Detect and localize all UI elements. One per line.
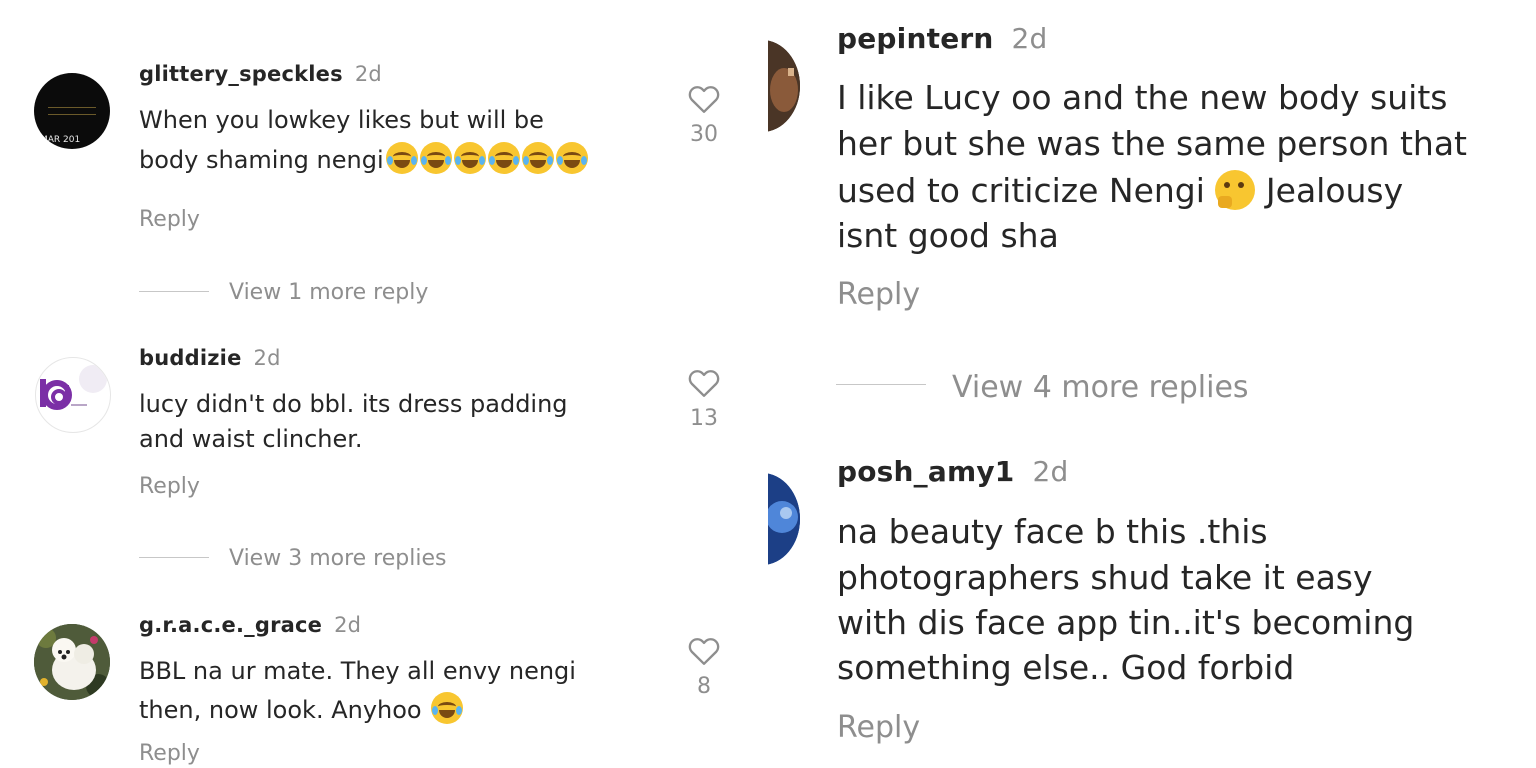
comment-text-line: something else.. God forbid [837, 648, 1295, 687]
comment-text-line: photographers shud take it easy [837, 558, 1373, 597]
laughing-emoji-icon [487, 142, 520, 174]
like-button[interactable]: 30 [680, 82, 728, 147]
flower-dog-photo-icon [34, 624, 110, 700]
comment-time: 2d [354, 62, 382, 86]
comment-username[interactable]: pepintern 2d [837, 22, 1048, 55]
thinking-face-emoji-icon [1215, 170, 1256, 210]
heart-icon[interactable] [686, 82, 722, 114]
view-more-replies-button[interactable]: View 1 more reply [229, 280, 428, 305]
comment-text-line: body shaming nengi [139, 142, 588, 174]
comment-text-line: with dis face app tin..it's becoming [837, 603, 1415, 642]
comment-username[interactable]: glittery_speckles 2d [139, 62, 382, 86]
username-text[interactable]: glittery_speckles [139, 62, 343, 86]
laughing-emoji-icon [555, 142, 588, 174]
comment-text-line: isnt good sha [837, 216, 1059, 255]
laughing-emoji-icon [431, 692, 464, 724]
view-replies-divider [139, 557, 209, 558]
like-count: 13 [690, 406, 718, 431]
reply-button[interactable]: Reply [139, 741, 200, 766]
view-replies-divider [836, 384, 926, 385]
like-button[interactable]: 13 [680, 366, 728, 431]
comment-text: body shaming nengi [139, 146, 384, 174]
username-text[interactable]: buddizie [139, 346, 242, 370]
comment-time: 2d [1011, 22, 1048, 55]
comment-text-line: When you lowkey likes but will be [139, 106, 544, 134]
reply-button[interactable]: Reply [837, 710, 920, 745]
comment-text: then, now look. Anyhoo [139, 696, 422, 724]
comment-text-line: used to criticize Nengi Jealousy [837, 170, 1403, 210]
comment-username[interactable]: posh_amy1 2d [837, 455, 1068, 488]
reply-button[interactable]: Reply [139, 207, 200, 232]
comment-time: 2d [253, 346, 281, 370]
laughing-emoji-icon [419, 142, 452, 174]
heart-icon[interactable] [686, 366, 722, 398]
avatar[interactable] [35, 357, 111, 433]
buddizie-logo-icon [40, 365, 107, 410]
view-more-replies-button[interactable]: View 3 more replies [229, 546, 446, 571]
comment-text: used to criticize Nengi [837, 171, 1205, 210]
comment-time: 2d [1032, 455, 1069, 488]
comment-username[interactable]: buddizie 2d [139, 346, 281, 370]
avatar-caption: MAR 201 [40, 135, 81, 145]
laughing-emoji-icon [453, 142, 486, 174]
comment-username[interactable]: g.r.a.c.e._grace 2d [139, 613, 361, 637]
left-comments-panel: MAR 201 glittery_speckles 2d When you low… [0, 0, 768, 768]
comment-time: 2d [334, 613, 362, 637]
username-text[interactable]: posh_amy1 [837, 455, 1014, 488]
like-count: 8 [697, 674, 711, 699]
username-text[interactable]: pepintern [837, 22, 994, 55]
like-button[interactable]: 8 [680, 634, 728, 699]
reply-button[interactable]: Reply [139, 474, 200, 499]
heart-icon[interactable] [686, 634, 722, 666]
avatar[interactable]: MAR 201 [34, 73, 110, 149]
like-count: 30 [690, 122, 718, 147]
profile-photo-icon [768, 473, 800, 565]
comment-text-line: lucy didn't do bbl. its dress padding [139, 390, 568, 418]
avatar[interactable] [768, 40, 800, 132]
comment-text: Jealousy [1265, 171, 1404, 210]
laughing-emoji-icon [521, 142, 554, 174]
view-more-replies-button[interactable]: View 4 more replies [952, 370, 1249, 405]
view-replies-divider [139, 291, 209, 292]
avatar[interactable] [34, 624, 110, 700]
avatar[interactable] [768, 473, 800, 565]
laughing-emoji-icon [385, 142, 418, 174]
comment-text-line: BBL na ur mate. They all envy nengi [139, 657, 576, 685]
reply-button[interactable]: Reply [837, 277, 920, 312]
right-comments-panel: pepintern 2d I like Lucy oo and the new b… [768, 0, 1536, 768]
username-text[interactable]: g.r.a.c.e._grace [139, 613, 322, 637]
comment-text-line: her but she was the same person that [837, 124, 1467, 163]
comment-text-line: then, now look. Anyhoo [139, 692, 464, 724]
profile-photo-icon [768, 40, 800, 132]
comment-text-line: I like Lucy oo and the new body suits [837, 78, 1448, 117]
comment-text-line: and waist clincher. [139, 425, 363, 453]
comment-text-line: na beauty face b this .this [837, 512, 1268, 551]
